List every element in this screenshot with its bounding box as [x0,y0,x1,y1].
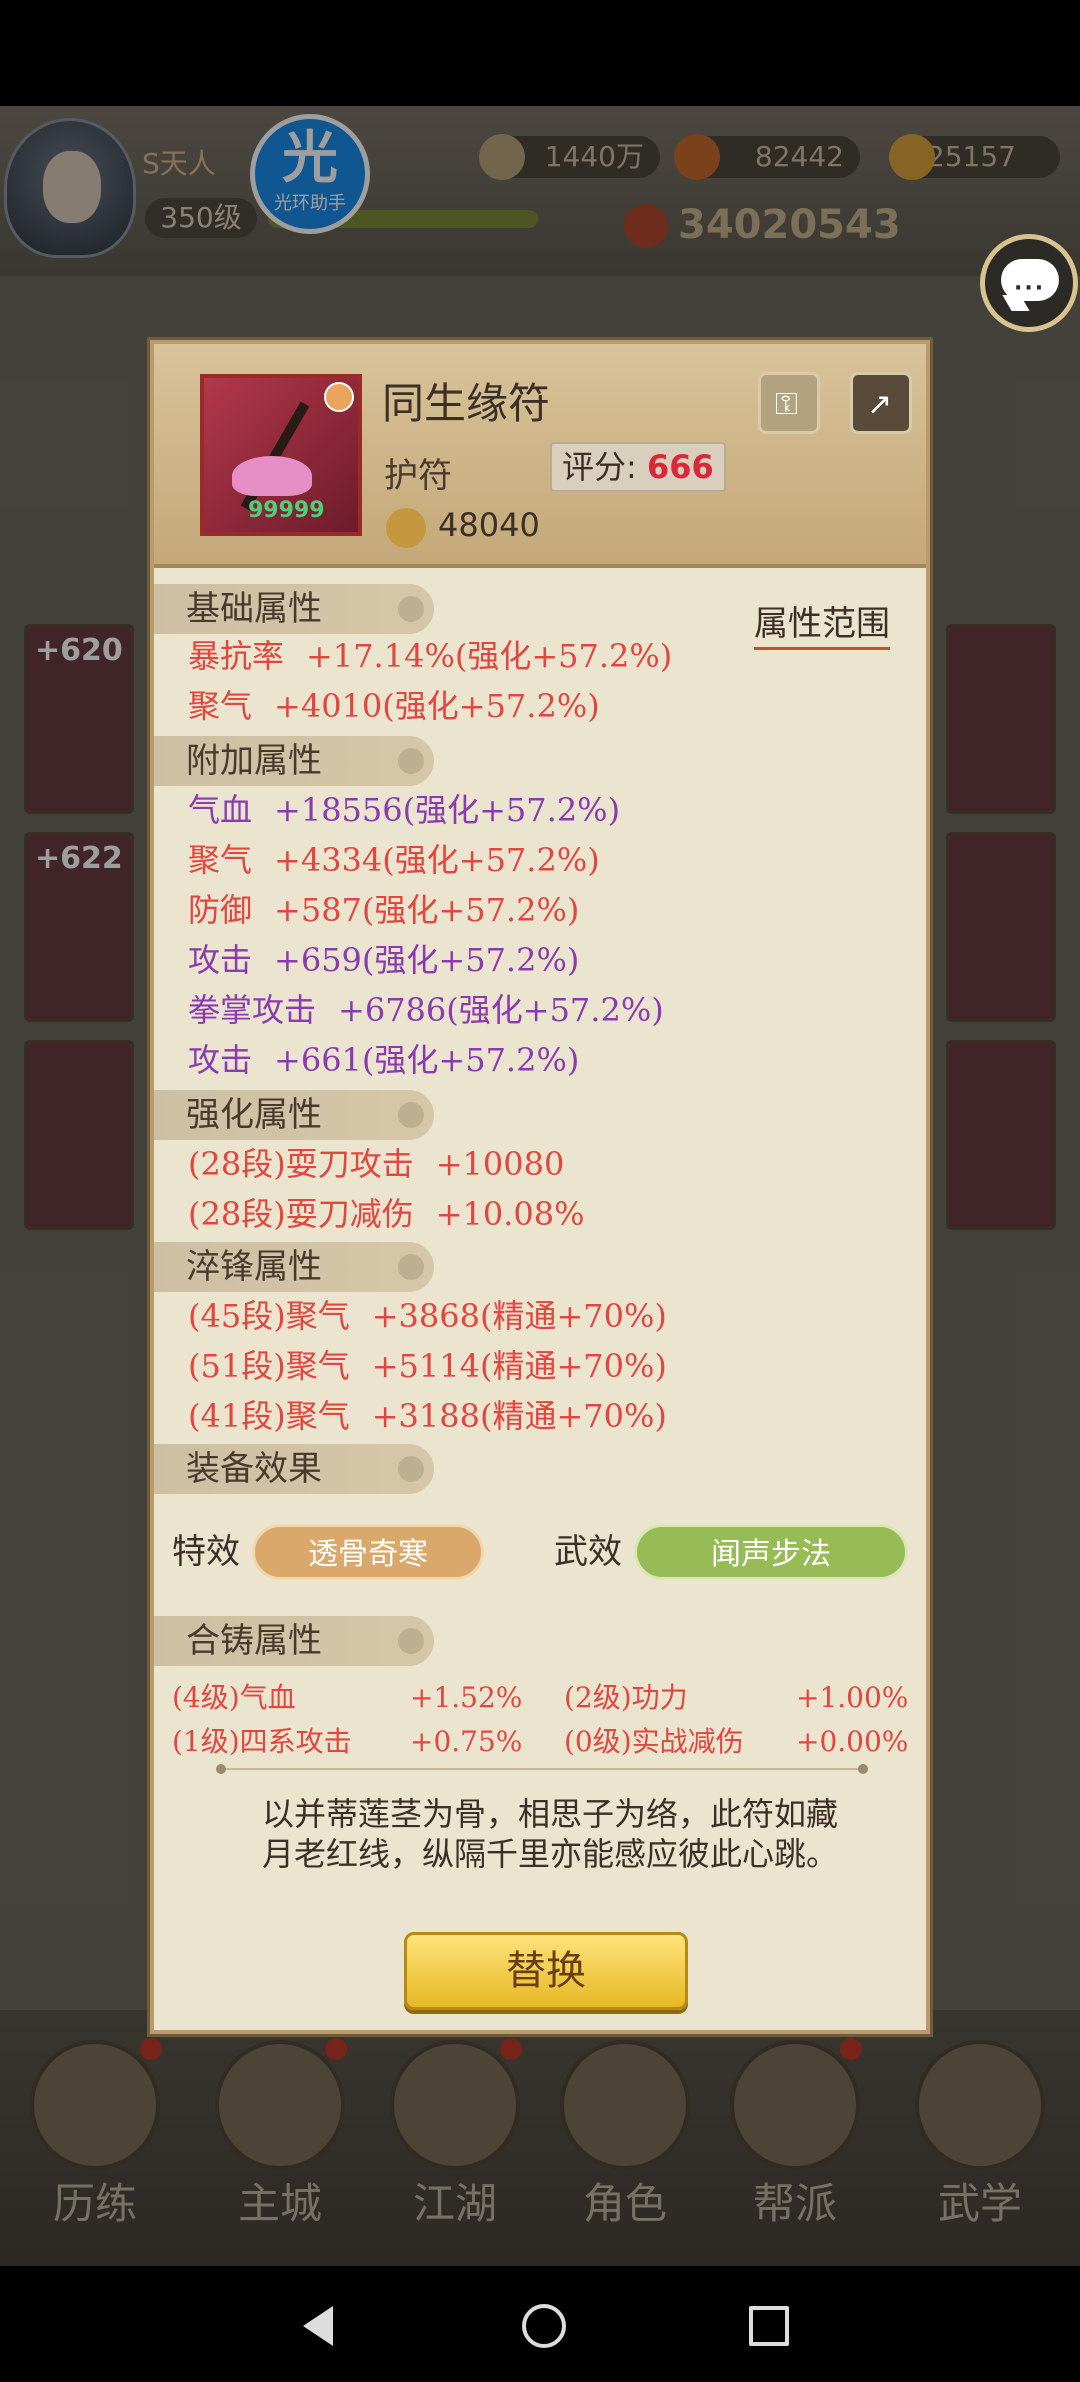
attr-value: +17.14%(强化+57.2%) [306,637,673,675]
temper-attr-row: (45段)聚气 +3868(精通+70%) [188,1292,667,1340]
home-icon[interactable] [510,2294,570,2354]
attr-value: +18556(强化+57.2%) [274,791,621,829]
section-temper: 淬锋属性 [154,1242,434,1292]
item-name: 同生缘符 [382,379,551,428]
description-line: 月老红线，纵隔千里亦能感应彼此心跳。 [261,1835,838,1873]
attr-name: (45段)聚气 [188,1297,350,1335]
back-icon[interactable] [285,2294,345,2354]
martial-effect-pill[interactable]: 闻声步法 [634,1524,908,1580]
attr-name: 防御 [188,891,253,929]
item-detail-modal: 99999 同生缘符 护符 评分: 666 48040 ⚿ ↗ 基础属性 属性范… [150,340,930,2034]
temper-attr-row: (51段)聚气 +5114(精通+70%) [188,1342,667,1390]
forge-attr-value: +0.75% [410,1725,523,1758]
share-button[interactable]: ↗ [850,372,912,434]
extra-attr-row: 攻击 +659(强化+57.2%) [188,936,579,984]
lotus-icon [232,456,312,496]
attr-value: +4010(强化+57.2%) [274,687,600,725]
attr-name: (51段)聚气 [188,1347,350,1385]
attr-value: +3188(精通+70%) [371,1397,667,1435]
android-nav-bar [0,2266,1080,2382]
attr-name: 暴抗率 [188,637,285,675]
extra-attr-row: 气血 +18556(强化+57.2%) [188,786,620,834]
extra-attr-row: 防御 +587(强化+57.2%) [188,886,579,934]
attr-value: +3868(精通+70%) [371,1297,667,1335]
item-header: 99999 同生缘符 护符 评分: 666 48040 ⚿ ↗ [154,344,926,568]
temper-attr-row: (41段)聚气 +3188(精通+70%) [188,1392,667,1440]
item-stars: 99999 [248,498,325,523]
description-line: 以并蒂莲茎为骨，相思子为络，此符如藏 [261,1795,838,1833]
special-effect-label: 特效 [172,1532,240,1572]
forge-attr-name: (0级)实战减伤 [564,1725,744,1758]
attr-name: 攻击 [188,941,253,979]
attr-value: +10.08% [435,1195,585,1233]
score-label: 评分: [562,448,637,486]
attr-name: (28段)耍刀减伤 [188,1195,414,1233]
forge-attr-name: (4级)气血 [172,1681,296,1714]
enhance-attr-row: (28段)耍刀攻击 +10080 [188,1140,564,1188]
basic-attr-row: 暴抗率 +17.14%(强化+57.2%) [188,632,672,680]
chat-button[interactable]: ··· [980,234,1078,332]
recent-apps-icon[interactable] [735,2294,795,2354]
enhance-attr-row: (28段)耍刀减伤 +10.08% [188,1190,585,1238]
attr-name: 攻击 [188,1041,253,1079]
attr-name: (41段)聚气 [188,1397,350,1435]
forge-attr-value: +1.52% [410,1681,523,1714]
screen: S天人 350级 光 光环助手 1440万 82442 25157 340205 [0,0,1080,2382]
attr-value: +10080 [435,1145,565,1183]
section-enhance: 强化属性 [154,1090,434,1140]
attr-name: 气血 [188,791,253,829]
forge-attr-name: (1级)四系攻击 [172,1725,352,1758]
attr-value: +661(强化+57.2%) [274,1041,580,1079]
attr-name: 聚气 [188,687,253,725]
attr-value: +5114(精通+70%) [371,1347,667,1385]
attr-value: +6786(强化+57.2%) [338,991,664,1029]
quality-icon [324,382,354,412]
section-basic: 基础属性 [154,584,434,634]
basic-attr-row: 聚气 +4010(强化+57.2%) [188,682,600,730]
item-score: 评分: 666 [550,442,726,492]
status-bar [0,0,1080,106]
attr-value: +4334(强化+57.2%) [274,841,600,879]
extra-attr-row: 聚气 +4334(强化+57.2%) [188,836,600,884]
score-value: 666 [646,448,714,486]
amulet-icon: 99999 [200,374,362,536]
attr-value: +659(强化+57.2%) [274,941,580,979]
extra-attr-row: 攻击 +661(强化+57.2%) [188,1036,579,1084]
section-extra: 附加属性 [154,736,434,786]
item-price: 48040 [438,506,540,544]
chat-icon: ··· [1014,276,1046,301]
attr-name: 聚气 [188,841,253,879]
lock-button[interactable]: ⚿ [758,372,820,434]
forge-attr-value: +1.00% [796,1681,909,1714]
forge-attr-value: +0.00% [796,1725,909,1758]
attribute-range-link[interactable]: 属性范围 [754,596,890,650]
attr-name: 拳掌攻击 [188,991,317,1029]
forge-attr-name: (2级)功力 [564,1681,688,1714]
item-description: 以并蒂莲茎为骨，相思子为络，此符如藏 月老红线，纵隔千里亦能感应彼此心跳。 [220,1794,880,1874]
item-type: 护符 [384,456,452,496]
divider [216,1764,868,1774]
lock-icon: ⚿ [775,387,798,422]
special-effect-pill[interactable]: 透骨奇寒 [252,1524,484,1580]
price-coin-icon [386,508,426,548]
martial-effect-label: 武效 [554,1532,622,1572]
share-icon: ↗ [867,387,893,422]
replace-button[interactable]: 替换 [404,1932,688,2010]
extra-attr-row: 拳掌攻击 +6786(强化+57.2%) [188,986,664,1034]
attr-name: (28段)耍刀攻击 [188,1145,414,1183]
section-forge: 合铸属性 [154,1616,434,1666]
section-equip-effect: 装备效果 [154,1444,434,1494]
attr-value: +587(强化+57.2%) [274,891,580,929]
